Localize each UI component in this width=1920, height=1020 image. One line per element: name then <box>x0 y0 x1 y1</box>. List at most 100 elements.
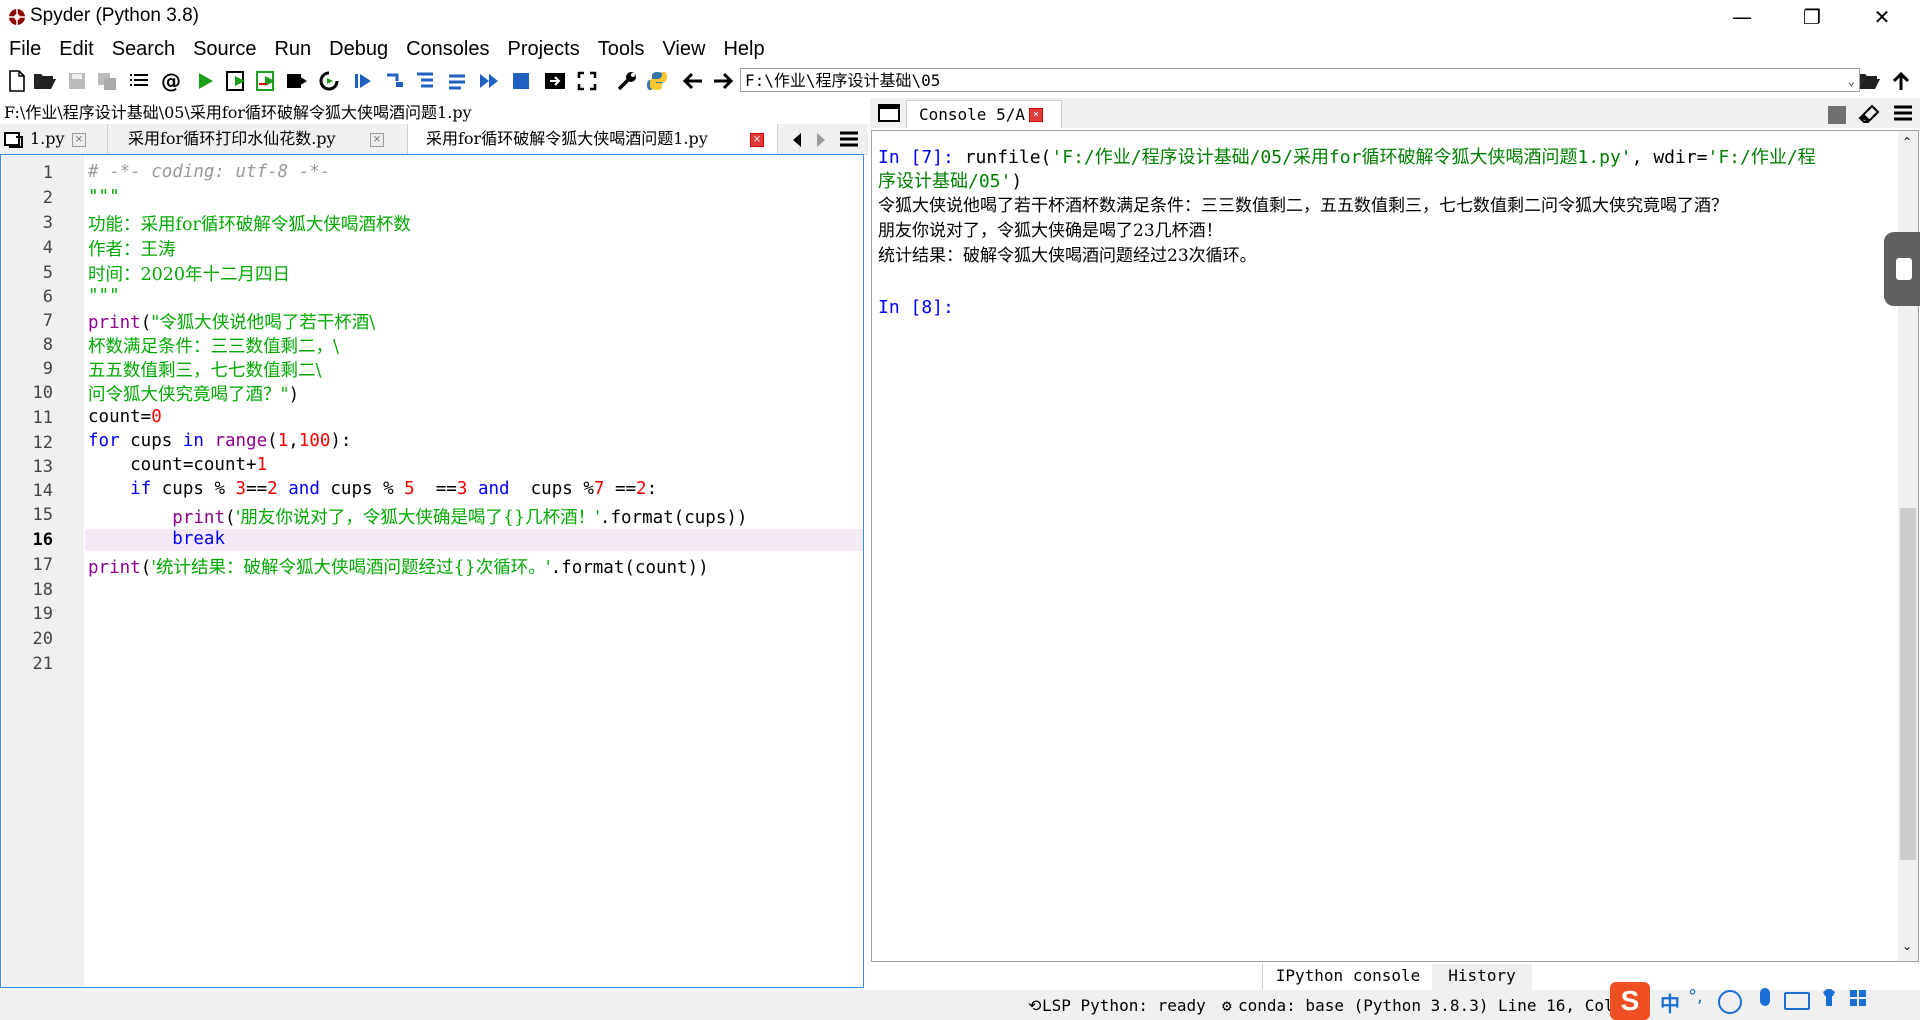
code-token: ): <box>330 431 352 451</box>
minimize-button[interactable]: — <box>1712 0 1772 34</box>
console-options-icon[interactable] <box>1892 104 1914 127</box>
fullscreen-icon[interactable] <box>574 68 600 94</box>
tab-ipython-console[interactable]: IPython console <box>1262 964 1434 991</box>
ipython-console[interactable]: In [7]: runfile('F:/作业/程序设计基础/05/采用for循环… <box>871 130 1919 962</box>
line-number: 1 <box>42 163 53 183</box>
menu-help[interactable]: Help <box>714 34 773 64</box>
menu-view[interactable]: View <box>653 34 714 64</box>
debug-icon[interactable] <box>350 68 376 94</box>
working-directory-combo[interactable]: F:\作业\程序设计基础\05 ⌄ <box>740 68 1860 92</box>
code-token: == <box>414 479 457 499</box>
string-token: 问令狐大侠究竟喝了酒？" <box>88 385 289 405</box>
forward-arrow-icon[interactable] <box>710 68 736 94</box>
code-line-2: """ <box>88 187 120 207</box>
lsp-status-icon: ⟲ <box>1028 996 1042 1015</box>
rerun-icon[interactable] <box>316 68 342 94</box>
at-icon[interactable]: @ <box>158 68 184 94</box>
close-button[interactable]: ✕ <box>1852 0 1912 34</box>
parent-dir-icon[interactable] <box>1888 68 1914 94</box>
file-switcher-icon[interactable] <box>4 131 24 148</box>
close-tab-icon[interactable]: × <box>370 133 384 147</box>
code-token: ( <box>224 508 236 528</box>
toolbox-icon[interactable] <box>1848 988 1868 1008</box>
code-token: runfile( <box>964 147 1052 168</box>
code-token: ( <box>140 558 152 578</box>
voice-icon[interactable] <box>1760 988 1770 1006</box>
step-into-icon[interactable] <box>412 68 438 94</box>
code-line-17: print('统计结果：破解令狐大侠喝酒问题经过{}次循环。'.format(c… <box>88 554 709 579</box>
maximize-button[interactable]: ❐ <box>1782 0 1842 34</box>
tab-history[interactable]: History <box>1432 964 1532 990</box>
menu-edit[interactable]: Edit <box>50 34 102 64</box>
continue-icon[interactable] <box>476 68 502 94</box>
code-token: , wdir= <box>1631 147 1708 168</box>
working-directory-text: F:\作业\程序设计基础\05 <box>745 71 941 90</box>
clear-console-icon[interactable] <box>1858 104 1882 129</box>
keyword-token: if <box>130 479 152 499</box>
stop-icon[interactable] <box>508 68 534 94</box>
step-icon[interactable] <box>382 68 408 94</box>
close-tab-icon[interactable]: × <box>72 133 86 147</box>
close-tab-icon[interactable]: × <box>1029 108 1043 122</box>
ime-language[interactable]: 中 <box>1660 988 1680 1017</box>
tab-label: 采用for循环破解令狐大侠喝酒问题1.py <box>426 129 708 148</box>
scroll-tabs-left-icon[interactable] <box>790 131 804 153</box>
console-switcher-icon[interactable] <box>878 104 900 127</box>
scroll-down-icon[interactable]: ⌄ <box>1902 939 1912 953</box>
skin-icon[interactable] <box>1820 988 1838 1008</box>
tab-file-1[interactable]: 1.py × <box>28 124 108 154</box>
menu-source[interactable]: Source <box>184 34 265 64</box>
keyboard-icon[interactable] <box>1784 992 1810 1010</box>
stop-kernel-icon[interactable] <box>1828 106 1846 124</box>
code-line-5: 时间：2020年十二月四日 <box>88 265 291 285</box>
line-number: 15 <box>32 505 53 525</box>
scroll-up-icon[interactable]: ⌃ <box>1902 135 1912 149</box>
code-line-13: count=count+1 <box>88 455 267 475</box>
menu-run[interactable]: Run <box>265 34 320 64</box>
lsp-status: LSP Python: ready <box>1042 996 1206 1015</box>
menu-consoles[interactable]: Consoles <box>397 34 498 64</box>
run-selection-icon[interactable] <box>284 68 310 94</box>
close-tab-icon[interactable]: × <box>750 133 764 147</box>
menu-tools[interactable]: Tools <box>589 34 654 64</box>
list-icon[interactable] <box>126 68 152 94</box>
maximize-pane-icon[interactable] <box>542 68 568 94</box>
tab-console-5a[interactable]: Console 5/A × <box>906 100 1062 128</box>
keyword-token: break <box>172 529 225 549</box>
sogou-logo-icon[interactable]: S <box>1610 982 1650 1020</box>
save-icon[interactable] <box>64 68 90 94</box>
punctuation-icon[interactable]: °, <box>1688 986 1703 1007</box>
side-panel-handle[interactable] <box>1884 232 1920 306</box>
open-file-icon[interactable] <box>32 68 58 94</box>
editor-file-path: F:\作业\程序设计基础\05\采用for循环破解令狐大侠喝酒问题1.py <box>4 103 472 122</box>
run-icon[interactable] <box>192 68 218 94</box>
line-number: 7 <box>42 311 53 331</box>
save-all-icon[interactable] <box>94 68 120 94</box>
scrollbar-thumb[interactable] <box>1900 508 1916 860</box>
options-menu-icon[interactable] <box>838 130 860 153</box>
menu-search[interactable]: Search <box>103 34 184 64</box>
console-tab-label: Console 5/A <box>919 105 1025 124</box>
line-number: 18 <box>32 580 53 600</box>
chevron-down-icon[interactable]: ⌄ <box>1848 69 1855 93</box>
scroll-tabs-right-icon[interactable] <box>814 131 828 153</box>
run-cell-advance-icon[interactable] <box>254 68 280 94</box>
preferences-icon[interactable] <box>614 68 640 94</box>
code-editor[interactable]: 1 2 3 4 5 6 7 8 9 10 11 12 13 14 15 16 1… <box>0 154 864 988</box>
tab-file-2[interactable]: 采用for循环打印水仙花数.py × <box>108 124 408 154</box>
python-path-icon[interactable] <box>644 68 670 94</box>
code-line-6: """ <box>88 286 120 306</box>
input-prompt-current[interactable]: In [8]: <box>878 297 954 318</box>
menu-file[interactable]: File <box>0 34 50 64</box>
back-arrow-icon[interactable] <box>680 68 706 94</box>
line-number: 13 <box>32 457 53 477</box>
tab-file-3-active[interactable]: 采用for循环破解令狐大侠喝酒问题1.py × <box>408 124 778 154</box>
step-return-icon[interactable] <box>444 68 470 94</box>
menu-debug[interactable]: Debug <box>320 34 397 64</box>
run-cell-icon[interactable] <box>224 68 250 94</box>
emoji-icon[interactable] <box>1718 990 1742 1014</box>
new-file-icon[interactable] <box>4 68 30 94</box>
menu-projects[interactable]: Projects <box>498 34 588 64</box>
string-token: 'F:/作业/程序设计基础/05/采用for循环破解令狐大侠喝酒问题1.py' <box>1051 147 1632 168</box>
